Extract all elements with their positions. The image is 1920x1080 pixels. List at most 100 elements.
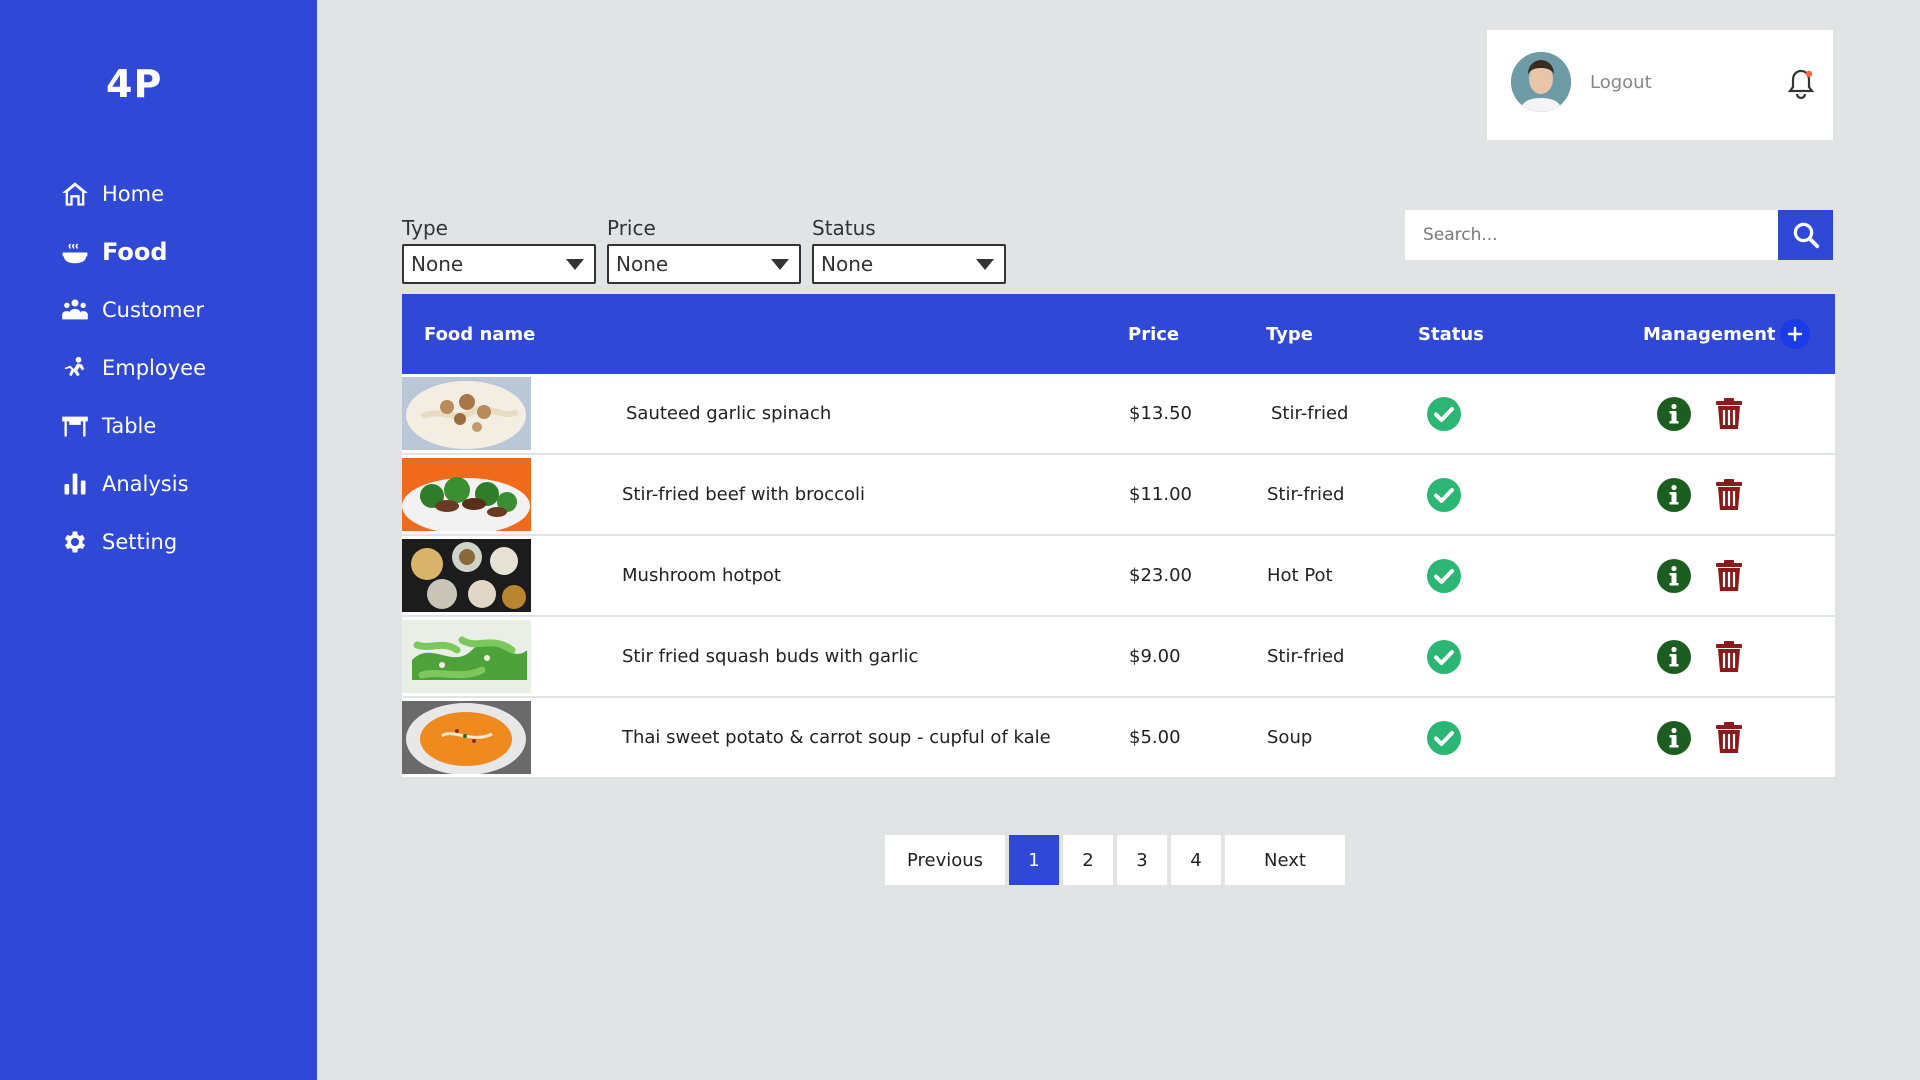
status-check-icon [1426,374,1462,453]
filter-type-label: Type [402,216,448,240]
search-button[interactable] [1778,210,1833,260]
chevron-down-icon [976,258,994,270]
type-cell: Stir-fried [1267,484,1345,505]
sidebar-item-table[interactable]: Table [60,397,206,455]
column-header-management-label: Management [1643,323,1776,345]
food-name-cell: Stir-fried beef with broccoli [622,484,865,505]
filter-status-label: Status [812,216,876,240]
column-header-type[interactable]: Type [1266,294,1313,374]
food-image [402,377,531,450]
page-button-2[interactable]: 2 [1063,835,1113,885]
pagination: Previous 1 2 3 4 Next [885,835,1345,885]
delete-button[interactable] [1714,374,1744,453]
delete-button[interactable] [1714,536,1744,615]
status-check-icon [1426,455,1462,534]
previous-page-button[interactable]: Previous [885,835,1005,885]
price-cell: $13.50 [1129,403,1192,424]
column-header-status[interactable]: Status [1418,294,1484,374]
sidebar-item-home[interactable]: Home [60,165,206,223]
analysis-icon [60,469,90,499]
sidebar-item-customer[interactable]: Customer [60,281,206,339]
filter-price-label: Price [607,216,656,240]
sidebar-item-label: Food [102,238,168,266]
user-card: Logout [1487,30,1833,140]
avatar[interactable] [1511,52,1571,112]
search-icon [1793,222,1819,249]
table-row[interactable]: Mushroom hotpot $23.00 Hot Pot [402,536,1835,617]
plus-icon [1787,326,1802,342]
food-image [402,458,531,531]
price-cell: $9.00 [1129,646,1181,667]
bell-icon[interactable] [1787,68,1815,100]
food-image [402,539,531,612]
trash-icon [1716,397,1742,429]
info-button[interactable] [1656,698,1692,777]
trash-icon [1716,559,1742,591]
delete-button[interactable] [1714,617,1744,696]
add-food-button[interactable] [1779,319,1810,349]
filter-price-value: None [616,252,669,276]
food-image [402,620,531,693]
page-button-3[interactable]: 3 [1117,835,1167,885]
sidebar-item-label: Analysis [102,472,189,496]
info-button[interactable] [1656,617,1692,696]
info-button[interactable] [1656,374,1692,453]
status-check-icon [1426,698,1462,777]
delete-button[interactable] [1714,698,1744,777]
info-icon [1657,720,1691,755]
type-cell: Stir-fried [1271,403,1349,424]
table-icon [60,411,90,441]
trash-icon [1716,478,1742,510]
sidebar-item-setting[interactable]: Setting [60,513,206,571]
filter-price-select[interactable]: None [607,244,801,284]
column-header-price[interactable]: Price [1128,294,1179,374]
chevron-down-icon [566,258,584,270]
table-row[interactable]: Sauteed garlic spinach $13.50 Stir-fried [402,374,1835,455]
table-header: Food name Price Type Status Management [402,294,1835,374]
food-image [402,701,531,774]
employee-icon [60,353,90,383]
logout-link[interactable]: Logout [1590,72,1652,93]
delete-button[interactable] [1714,455,1744,534]
sidebar-item-food[interactable]: Food [60,223,206,281]
info-button[interactable] [1656,455,1692,534]
chevron-down-icon [771,258,789,270]
filter-price: Price None [607,216,801,284]
filter-status-select[interactable]: None [812,244,1006,284]
filter-type-value: None [411,252,464,276]
type-cell: Soup [1267,727,1313,748]
status-check-icon [1426,617,1462,696]
app-logo: 4P [106,62,163,106]
sidebar-item-label: Home [102,182,165,206]
next-page-button[interactable]: Next [1225,835,1345,885]
food-name-cell: Thai sweet potato & carrot soup - cupful… [622,727,1051,748]
sidebar-item-label: Customer [102,298,205,322]
page-button-1[interactable]: 1 [1009,835,1059,885]
customer-icon [60,295,90,325]
sidebar: 4P Home Food Customer Employee Table Ana… [0,0,317,1080]
sidebar-item-label: Employee [102,356,207,380]
sidebar-item-analysis[interactable]: Analysis [60,455,206,513]
filter-status: Status None [812,216,1006,284]
sidebar-item-label: Setting [102,530,178,554]
table-row[interactable]: Stir fried squash buds with garlic $9.00… [402,617,1835,698]
table-row[interactable]: Stir-fried beef with broccoli $11.00 Sti… [402,455,1835,536]
filter-type-select[interactable]: None [402,244,596,284]
price-cell: $11.00 [1129,484,1192,505]
info-button[interactable] [1656,536,1692,615]
price-cell: $5.00 [1129,727,1181,748]
gear-icon [60,527,90,557]
info-icon [1657,639,1691,674]
info-icon [1657,396,1691,431]
sidebar-item-employee[interactable]: Employee [60,339,206,397]
home-icon [60,179,90,209]
column-header-food-name[interactable]: Food name [424,294,535,374]
search-input[interactable] [1405,210,1778,260]
table-row[interactable]: Thai sweet potato & carrot soup - cupful… [402,698,1835,779]
page-button-4[interactable]: 4 [1171,835,1221,885]
filter-type: Type None [402,216,596,284]
sidebar-item-label: Table [102,414,157,438]
info-icon [1657,477,1691,512]
food-icon [60,237,90,267]
table-body: Sauteed garlic spinach $13.50 Stir-fried… [402,374,1835,779]
